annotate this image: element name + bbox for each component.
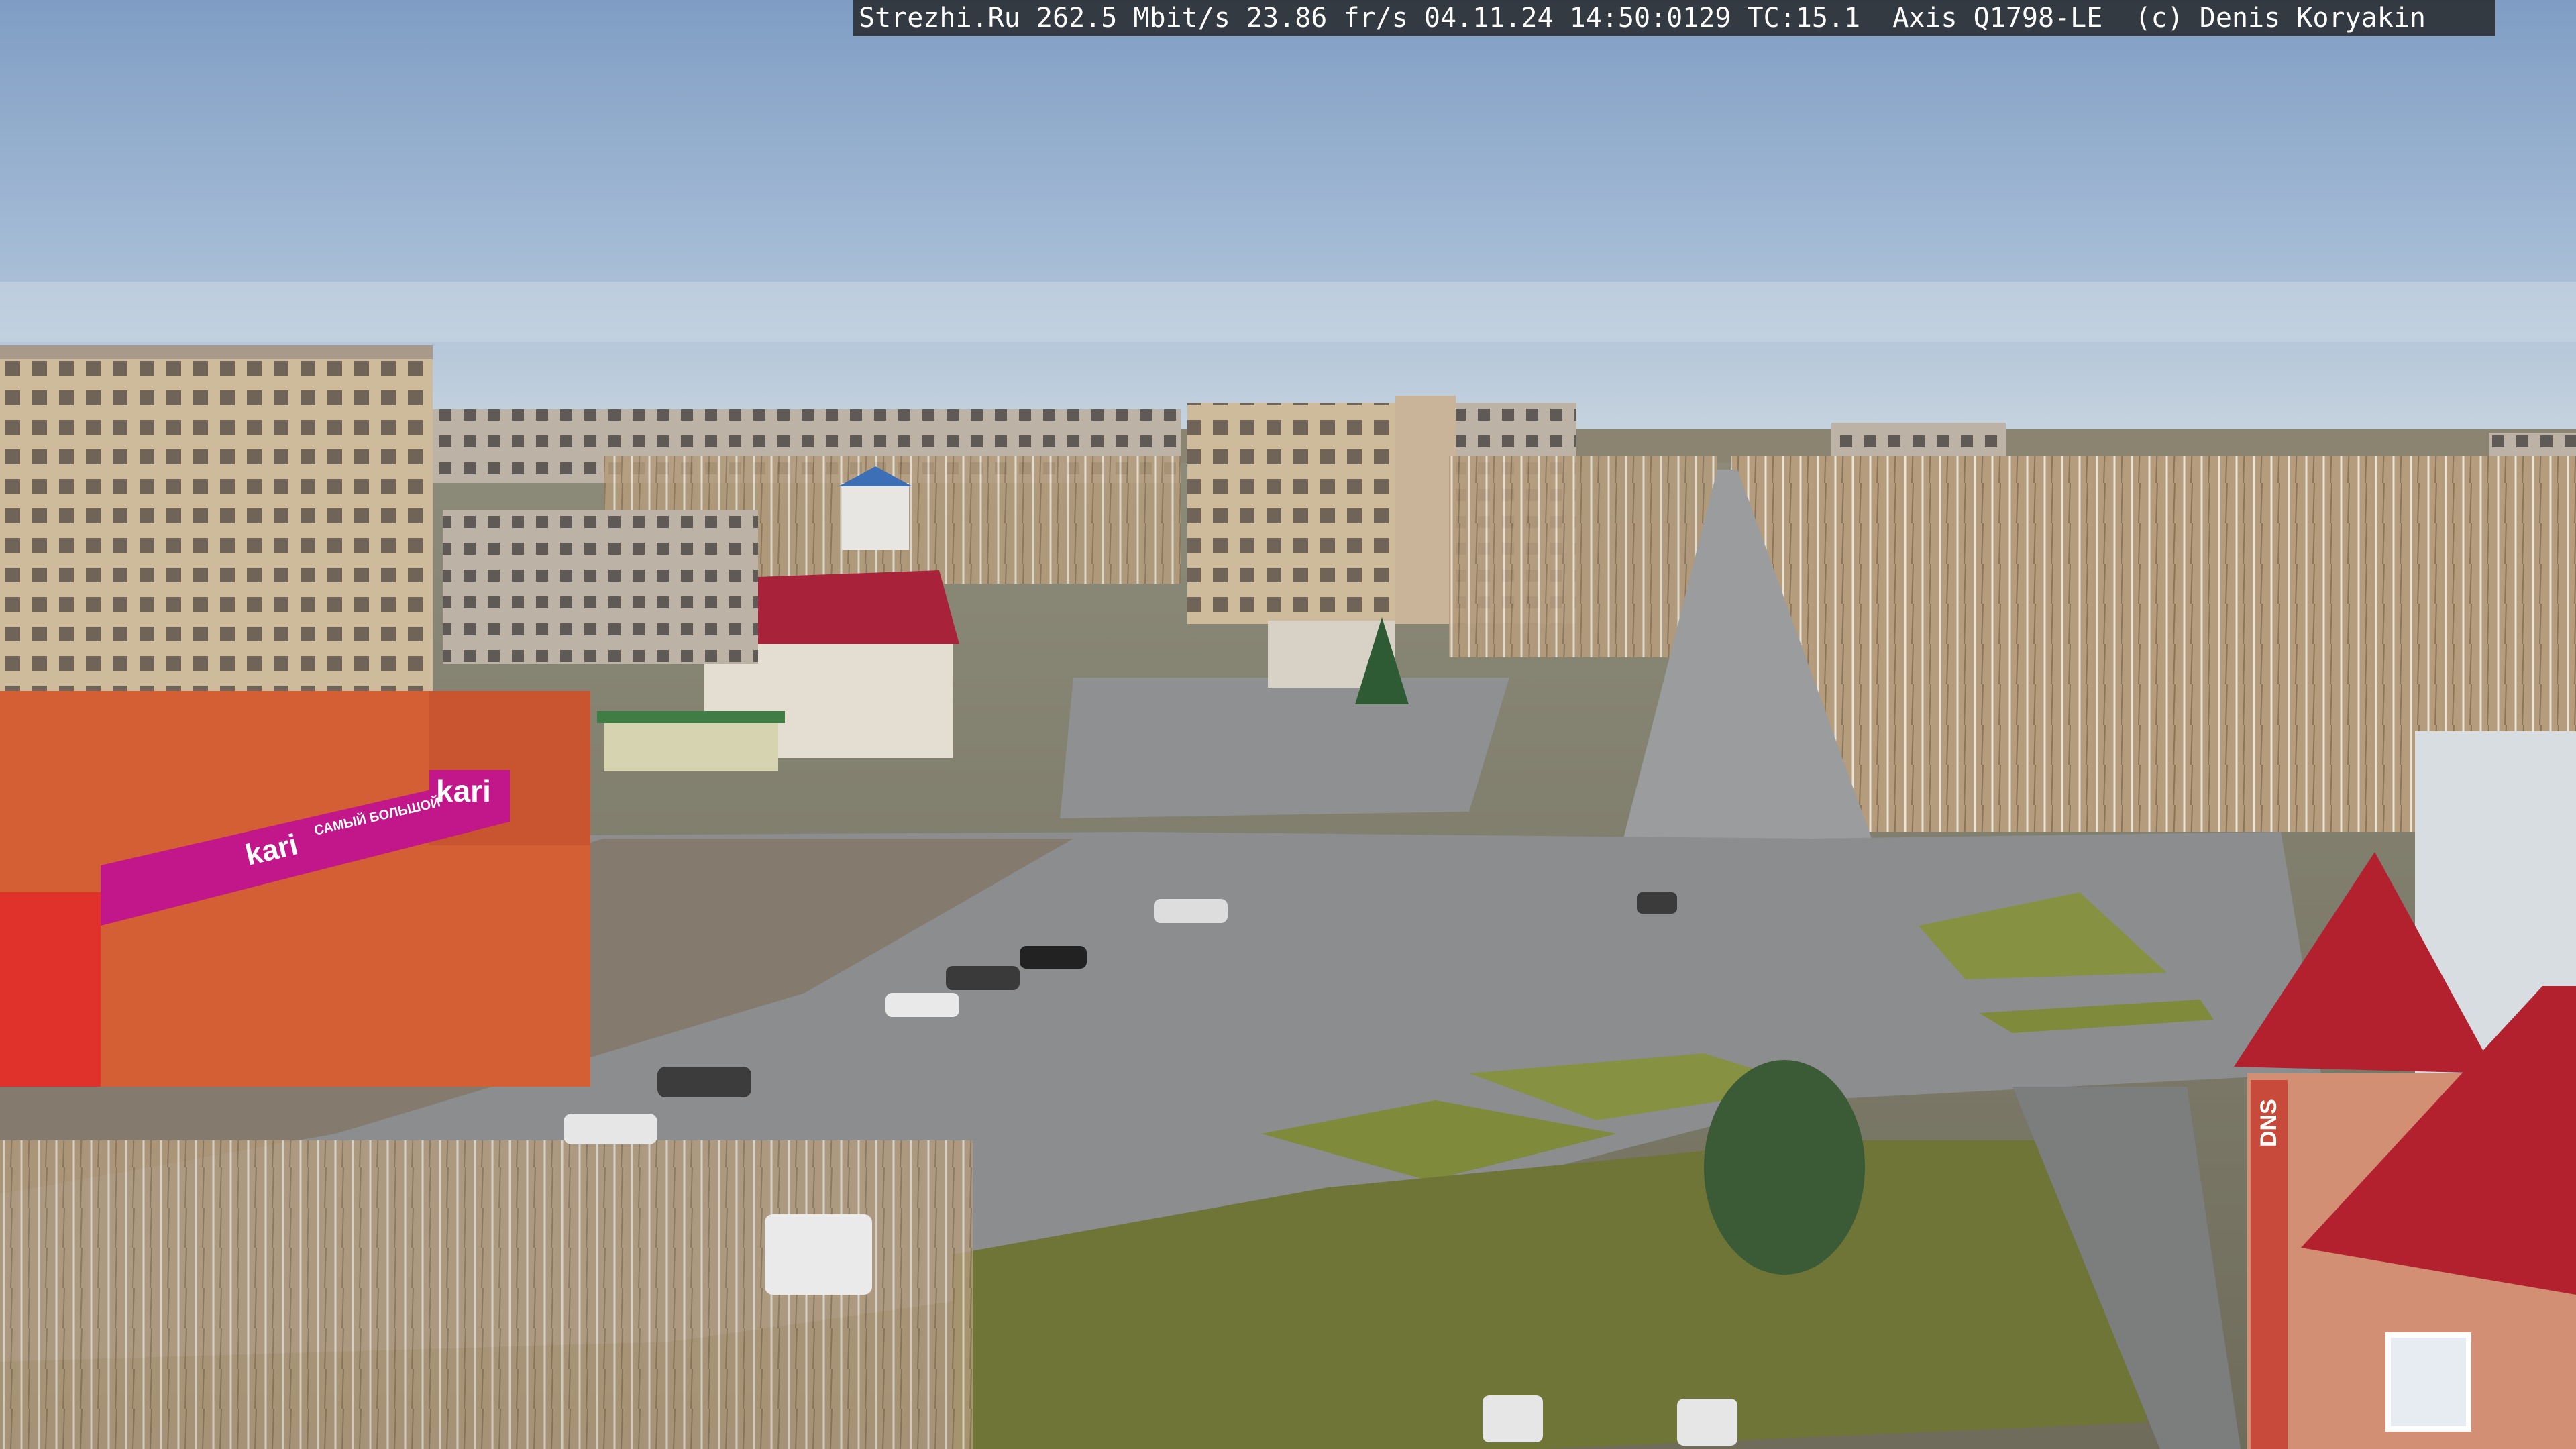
left-block-roof xyxy=(0,345,433,359)
kari-sign-text: kari xyxy=(436,773,491,808)
webcam-scene: kari kari САМЫЙ БОЛЬШОЙ DNS xyxy=(0,0,2576,1449)
conifer-tree xyxy=(1704,1060,1865,1275)
van xyxy=(765,1214,872,1295)
car xyxy=(1637,892,1677,914)
haze-band xyxy=(0,282,2576,342)
car xyxy=(1677,1399,1737,1446)
gray-building xyxy=(443,510,758,664)
dns-window xyxy=(2385,1332,2471,1432)
car xyxy=(1483,1395,1543,1442)
camera-overlay-text: Strezhi.Ru 262.5 Mbit/s 23.86 fr/s 04.11… xyxy=(853,0,2496,36)
central-tower xyxy=(1187,402,1402,624)
car xyxy=(1154,899,1228,923)
dns-sign-text: DNS xyxy=(2256,1099,2282,1147)
car xyxy=(885,993,959,1017)
tree-belt-center xyxy=(1449,456,1717,657)
car xyxy=(1020,946,1087,969)
car xyxy=(946,966,1020,990)
central-square xyxy=(1060,678,1509,818)
car xyxy=(657,1067,751,1097)
car xyxy=(564,1114,657,1144)
green-kiosk-roof xyxy=(597,711,785,723)
green-kiosk xyxy=(604,718,778,771)
central-tower-core xyxy=(1395,396,1456,624)
blue-tower xyxy=(842,483,909,550)
red-store-front xyxy=(0,892,101,1087)
bg-apartment-right xyxy=(1831,423,2006,456)
